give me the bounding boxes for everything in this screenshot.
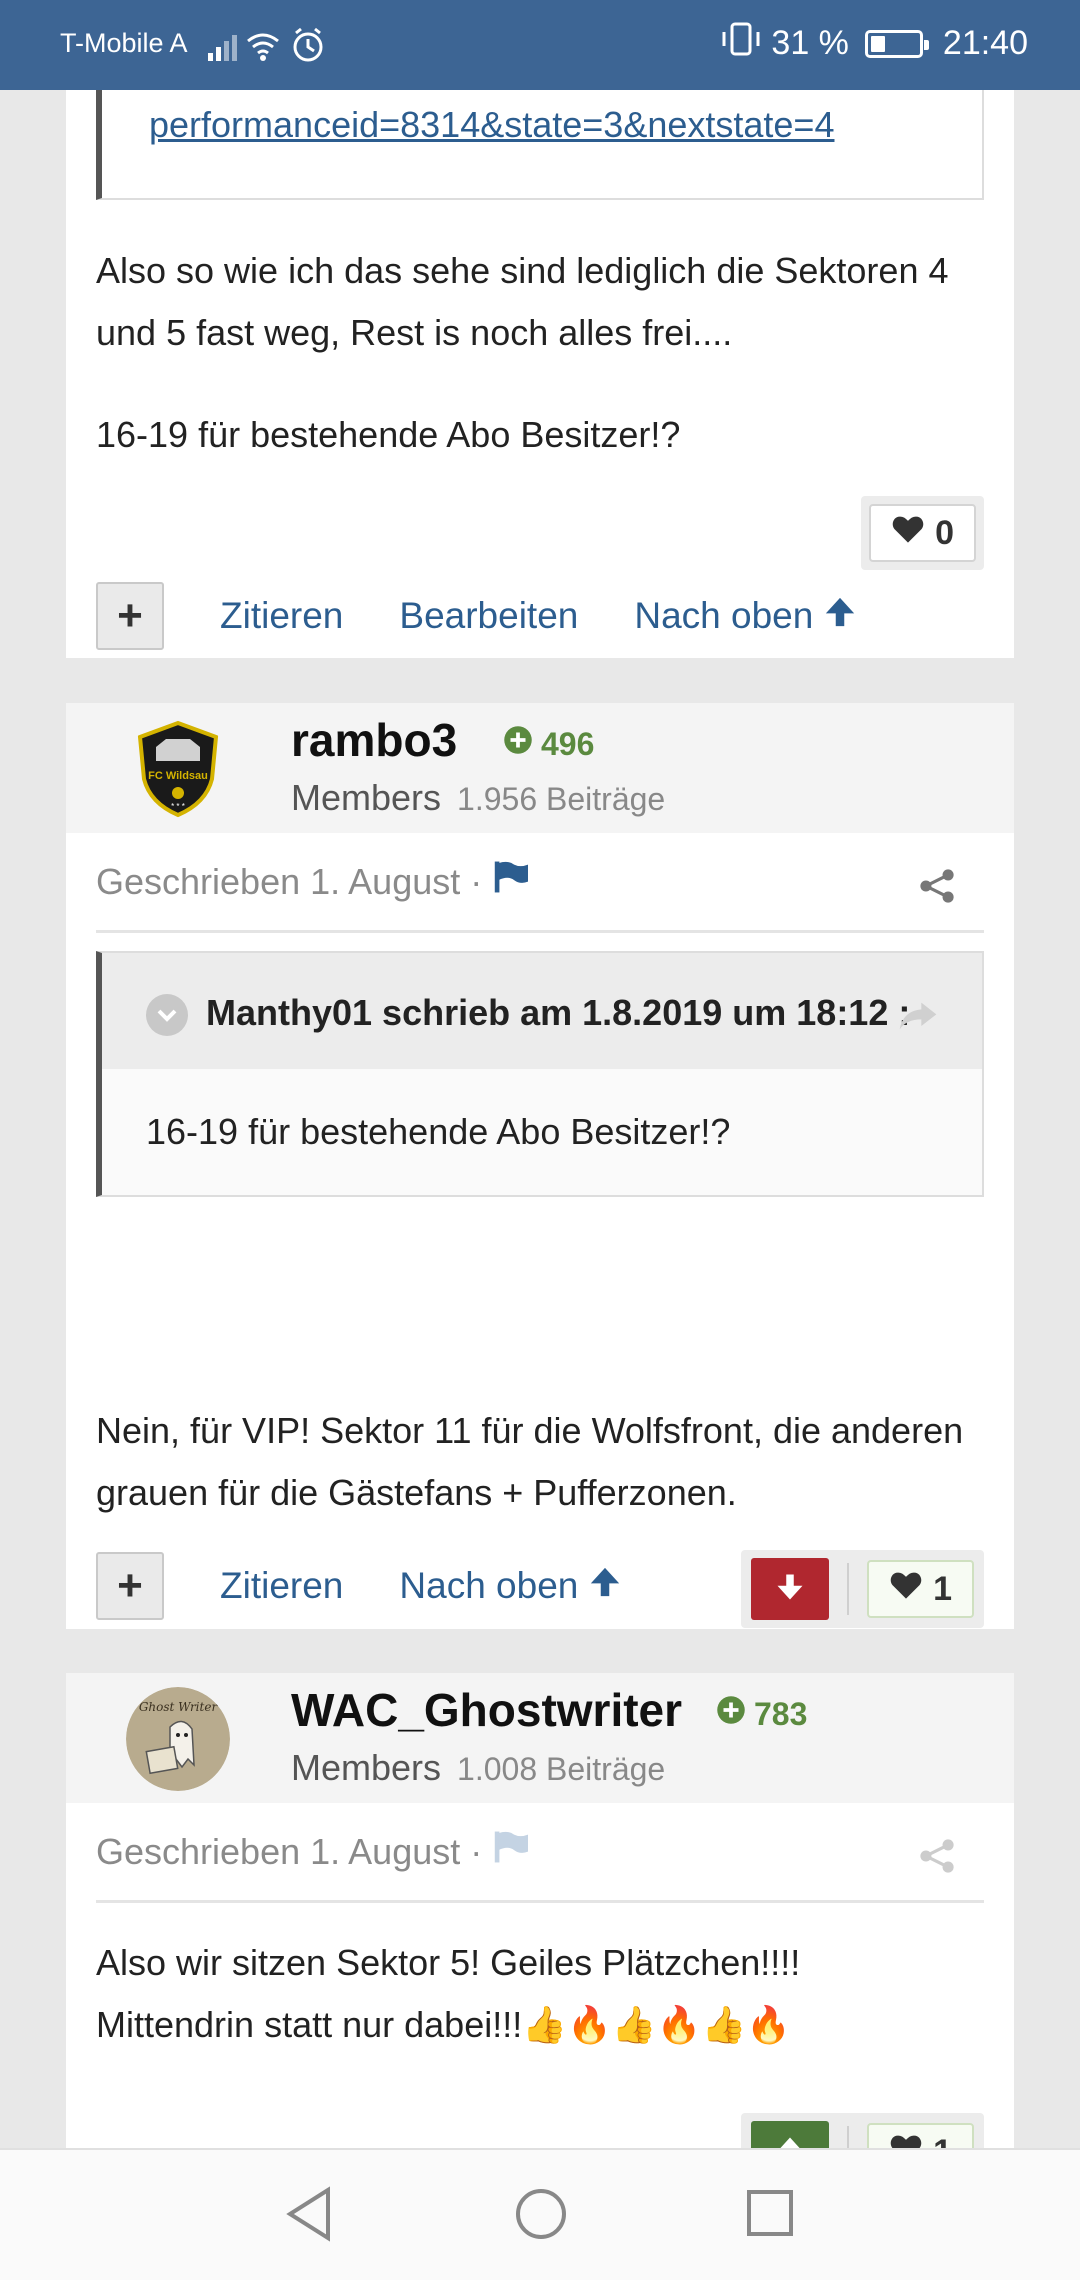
post-previous: performanceid=8314&state=3&nextstate=4 A… xyxy=(66,90,1014,658)
post-meta: Geschrieben 1. August · xyxy=(96,1803,984,1903)
heart-icon xyxy=(889,1570,923,1609)
signal-wifi-alarm-icons xyxy=(208,27,338,70)
post-body: Also wir sitzen Sektor 5! Geiles Plätzch… xyxy=(96,1932,996,2056)
post-author-header: FC Wildsau * * * rambo3 496 Members 1.95… xyxy=(66,703,1014,833)
recents-icon[interactable] xyxy=(744,2186,796,2247)
group-name: Members xyxy=(291,777,442,818)
status-right: 31 % 21:40 xyxy=(721,22,1028,65)
upvote-button[interactable] xyxy=(751,2121,830,2148)
reputation-count: 496 xyxy=(541,725,595,762)
like-button[interactable]: 1 xyxy=(867,2123,974,2148)
quote-button[interactable]: Zitieren xyxy=(220,1565,343,1607)
battery-percent: 31 % xyxy=(771,24,849,62)
carrier-label: T-Mobile A xyxy=(60,28,188,58)
post-body-line: Also wir sitzen Sektor 5! Geiles Plätzch… xyxy=(96,1942,801,1983)
like-count: 1 xyxy=(933,1569,952,1608)
arrow-up-icon xyxy=(823,595,857,638)
post-body: Nein, für VIP! Sektor 11 für die Wolfsfr… xyxy=(96,1410,964,1513)
quote-author: Manthy01 schrieb am 1.8.2019 um 18:12 : xyxy=(206,992,911,1033)
report-flag-icon[interactable] xyxy=(492,1830,530,1873)
post-count: 1.956 Beiträge xyxy=(457,781,666,817)
clock: 21:40 xyxy=(942,24,1028,62)
post-rambo3: FC Wildsau * * * rambo3 496 Members 1.95… xyxy=(66,703,1014,1629)
go-to-quoted-icon[interactable] xyxy=(898,983,938,1055)
post-meta: Geschrieben 1. August · xyxy=(96,833,984,933)
multiquote-plus-button[interactable]: + xyxy=(96,582,164,650)
battery-icon xyxy=(864,29,929,58)
edit-button[interactable]: Bearbeiten xyxy=(399,595,578,637)
post-wac-ghostwriter: Ghost Writer WAC_Ghostwriter 783 Members… xyxy=(66,1673,1014,2148)
back-icon[interactable] xyxy=(284,2186,336,2247)
username[interactable]: rambo3 xyxy=(291,713,457,767)
android-nav-bar xyxy=(0,2148,1080,2280)
quote-header: Manthy01 schrieb am 1.8.2019 um 18:12 : xyxy=(102,953,982,1069)
avatar[interactable]: Ghost Writer xyxy=(126,1687,230,1791)
quote-block: performanceid=8314&state=3&nextstate=4 xyxy=(96,90,984,200)
post-body-line: Mittendrin statt nur dabei!!!👍🔥👍🔥👍🔥 xyxy=(96,2004,792,2045)
home-icon[interactable] xyxy=(514,2186,568,2247)
share-icon[interactable] xyxy=(918,867,956,914)
like-count: 1 xyxy=(933,2133,952,2149)
quote-link[interactable]: performanceid=8314&state=3&nextstate=4 xyxy=(149,104,834,146)
back-to-top-link[interactable]: Nach oben xyxy=(634,595,857,638)
report-flag-icon[interactable] xyxy=(492,860,530,903)
status-bar: T-Mobile A 31 % 21:40 xyxy=(0,0,1080,90)
posted-date: Geschrieben 1. August · xyxy=(96,1830,483,1872)
share-icon[interactable] xyxy=(918,1837,956,1884)
avatar[interactable]: FC Wildsau * * * xyxy=(126,717,230,821)
post-count: 1.008 Beiträge xyxy=(457,1751,666,1787)
reputation-badge: 496 xyxy=(503,725,594,763)
quote-text: 16-19 für bestehende Abo Besitzer!? xyxy=(146,1111,731,1152)
divider xyxy=(847,1563,850,1615)
username[interactable]: WAC_Ghostwriter xyxy=(291,1683,682,1737)
arrow-down-icon xyxy=(775,1572,805,1607)
topic-content: performanceid=8314&state=3&nextstate=4 A… xyxy=(66,90,1014,2148)
post-author-header: Ghost Writer WAC_Ghostwriter 783 Members… xyxy=(66,1673,1014,1803)
vibrate-icon xyxy=(721,22,761,65)
collapse-quote-icon[interactable] xyxy=(146,994,188,1037)
like-button[interactable]: 1 xyxy=(867,1560,974,1618)
quote-button[interactable]: Zitieren xyxy=(220,595,343,637)
quote-block: Manthy01 schrieb am 1.8.2019 um 18:12 : … xyxy=(96,951,984,1197)
svg-text:FC Wildsau: FC Wildsau xyxy=(148,770,208,782)
divider xyxy=(847,2126,850,2148)
svg-text:Ghost Writer: Ghost Writer xyxy=(139,1700,219,1714)
back-to-top-link[interactable]: Nach oben xyxy=(399,1565,622,1608)
heart-icon xyxy=(891,514,925,553)
like-count: 0 xyxy=(935,513,954,552)
reaction-box: 1 xyxy=(741,1550,984,1628)
group-name: Members xyxy=(291,1747,442,1788)
back-to-top-label: Nach oben xyxy=(399,1565,579,1606)
post-actions: + Zitieren Nach oben xyxy=(96,1552,678,1620)
plus-circle-icon xyxy=(503,725,533,763)
user-group: Members 1.956 Beiträge xyxy=(291,777,665,819)
like-button[interactable]: 0 xyxy=(869,504,976,562)
reaction-box: 0 xyxy=(861,496,984,570)
reputation-badge: 783 xyxy=(716,1695,807,1733)
post-actions: + Zitieren Bearbeiten Nach oben xyxy=(96,582,913,650)
back-to-top-label: Nach oben xyxy=(634,595,814,636)
downvote-button[interactable] xyxy=(751,1558,830,1620)
arrow-up-icon xyxy=(775,2135,805,2148)
posted-date: Geschrieben 1. August · xyxy=(96,860,483,902)
heart-icon xyxy=(889,2133,923,2148)
post-body: Also so wie ich das sehe sind lediglich … xyxy=(96,250,949,353)
user-group: Members 1.008 Beiträge xyxy=(291,1747,665,1789)
multiquote-plus-button[interactable]: + xyxy=(96,1552,164,1620)
post-body-line: 16-19 für bestehende Abo Besitzer!? xyxy=(96,414,681,455)
reputation-count: 783 xyxy=(754,1695,808,1732)
arrow-up-icon xyxy=(588,1565,622,1608)
svg-text:* * *: * * * xyxy=(171,802,185,811)
reaction-box: 1 xyxy=(741,2113,984,2148)
plus-circle-icon xyxy=(716,1695,746,1733)
